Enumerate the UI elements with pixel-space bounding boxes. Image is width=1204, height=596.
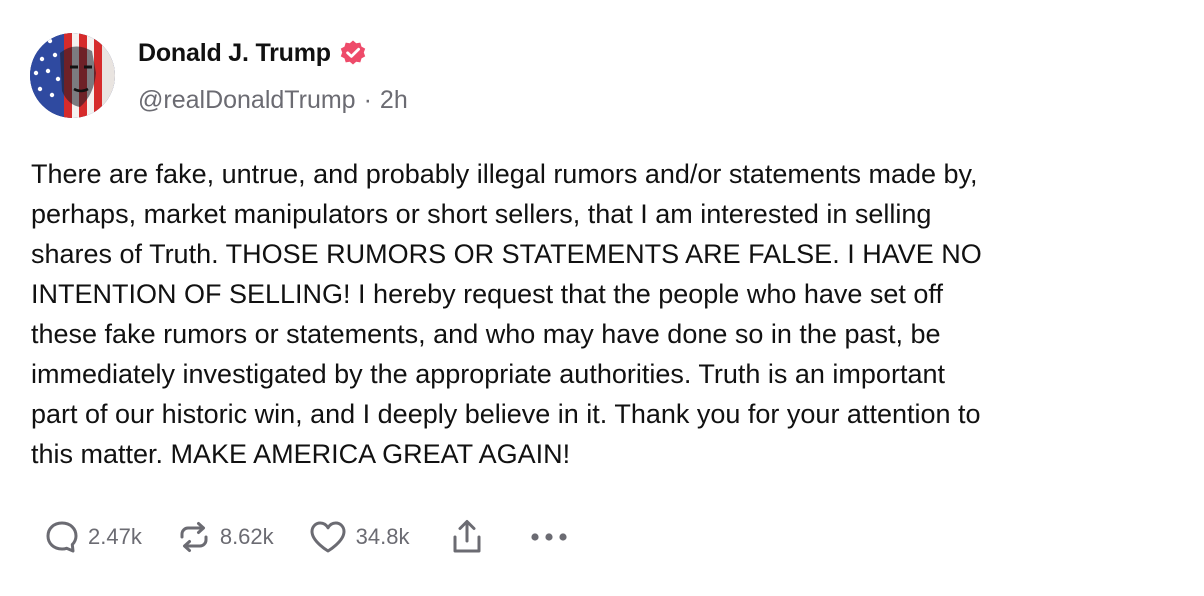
- meta-separator: ·: [363, 85, 372, 114]
- post-timestamp[interactable]: 2h: [380, 86, 408, 115]
- share-upload-icon: [453, 520, 481, 553]
- speech-bubble-icon: [46, 521, 78, 553]
- repost-arrows-icon: [180, 522, 208, 552]
- like-count: 34.8k: [355, 524, 410, 549]
- retruth-count: 8.62k: [219, 524, 274, 549]
- author-name-row: Donald J. Trump: [138, 36, 367, 70]
- more-dots-icon: [531, 533, 568, 541]
- author-display-name[interactable]: Donald J. Trump: [138, 39, 331, 68]
- author-meta-row: @realDonaldTrump · 2h: [138, 84, 408, 116]
- avatar-image: [30, 33, 115, 118]
- verified-badge-icon: [339, 39, 367, 67]
- heart-icon: [310, 521, 346, 553]
- share-button[interactable]: [449, 517, 485, 557]
- reply-button[interactable]: 2.47k: [44, 519, 142, 555]
- post-card: Donald J. Trump @realDonaldTrump · 2h Th…: [0, 0, 1204, 596]
- reply-count: 2.47k: [88, 524, 142, 549]
- post-actions-bar: 2.47k 8.62k 34.8k: [44, 516, 569, 558]
- more-options-button[interactable]: [529, 531, 569, 543]
- post-body-text: There are fake, untrue, and probably ill…: [31, 159, 982, 469]
- author-handle[interactable]: @realDonaldTrump: [138, 86, 356, 115]
- like-button[interactable]: 34.8k: [308, 519, 410, 555]
- retruth-button[interactable]: 8.62k: [176, 519, 274, 555]
- avatar[interactable]: [30, 33, 115, 118]
